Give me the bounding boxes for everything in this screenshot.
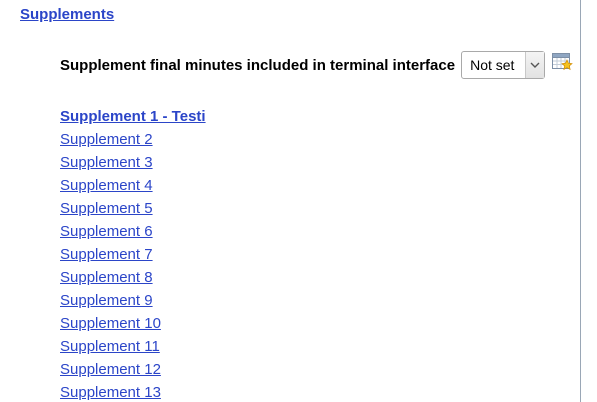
list-item: Supplement 11 xyxy=(60,338,206,361)
supplement-link[interactable]: Supplement 10 xyxy=(60,315,161,332)
chevron-down-icon[interactable] xyxy=(525,52,545,78)
list-item: Supplement 3 xyxy=(60,154,206,177)
select-value: Not set xyxy=(470,57,515,73)
supplement-link[interactable]: Supplement 5 xyxy=(60,200,153,217)
supplement-link[interactable]: Supplement 8 xyxy=(60,269,153,286)
final-minutes-select[interactable]: Not set xyxy=(461,51,546,79)
list-item: Supplement 8 xyxy=(60,269,206,292)
supplement-link[interactable]: Supplement 12 xyxy=(60,361,161,378)
list-item: Supplement 7 xyxy=(60,246,206,269)
supplement-link[interactable]: Supplement 4 xyxy=(60,177,153,194)
supplement-link[interactable]: Supplement 2 xyxy=(60,131,153,148)
supplement-link[interactable]: Supplement 3 xyxy=(60,154,153,171)
setting-label: Supplement final minutes included in ter… xyxy=(60,56,456,74)
list-item: Supplement 5 xyxy=(60,200,206,223)
list-item: Supplement 4 xyxy=(60,177,206,200)
list-item: Supplement 6 xyxy=(60,223,206,246)
list-item: Supplement 12 xyxy=(60,361,206,384)
supplement-link[interactable]: Supplement 13 xyxy=(60,384,161,401)
supplement-link[interactable]: Supplement 1 - Testi xyxy=(60,108,206,125)
right-gutter xyxy=(581,0,597,402)
list-item: Supplement 2 xyxy=(60,131,206,154)
supplement-list: Supplement 1 - Testi Supplement 2 Supple… xyxy=(60,108,206,402)
list-item: Supplement 9 xyxy=(60,292,206,315)
calendar-star-icon[interactable] xyxy=(551,50,573,72)
supplement-final-minutes-setting: Supplement final minutes included in ter… xyxy=(60,50,573,80)
supplements-section-link[interactable]: Supplements xyxy=(20,6,114,23)
supplement-link[interactable]: Supplement 11 xyxy=(60,338,160,355)
supplement-link[interactable]: Supplement 7 xyxy=(60,246,153,263)
supplement-link[interactable]: Supplement 6 xyxy=(60,223,153,240)
list-item: Supplement 13 xyxy=(60,384,206,402)
list-item: Supplement 10 xyxy=(60,315,206,338)
content-panel: Supplements Supplement final minutes inc… xyxy=(0,0,582,402)
list-item: Supplement 1 - Testi xyxy=(60,108,206,131)
supplement-link[interactable]: Supplement 9 xyxy=(60,292,153,309)
